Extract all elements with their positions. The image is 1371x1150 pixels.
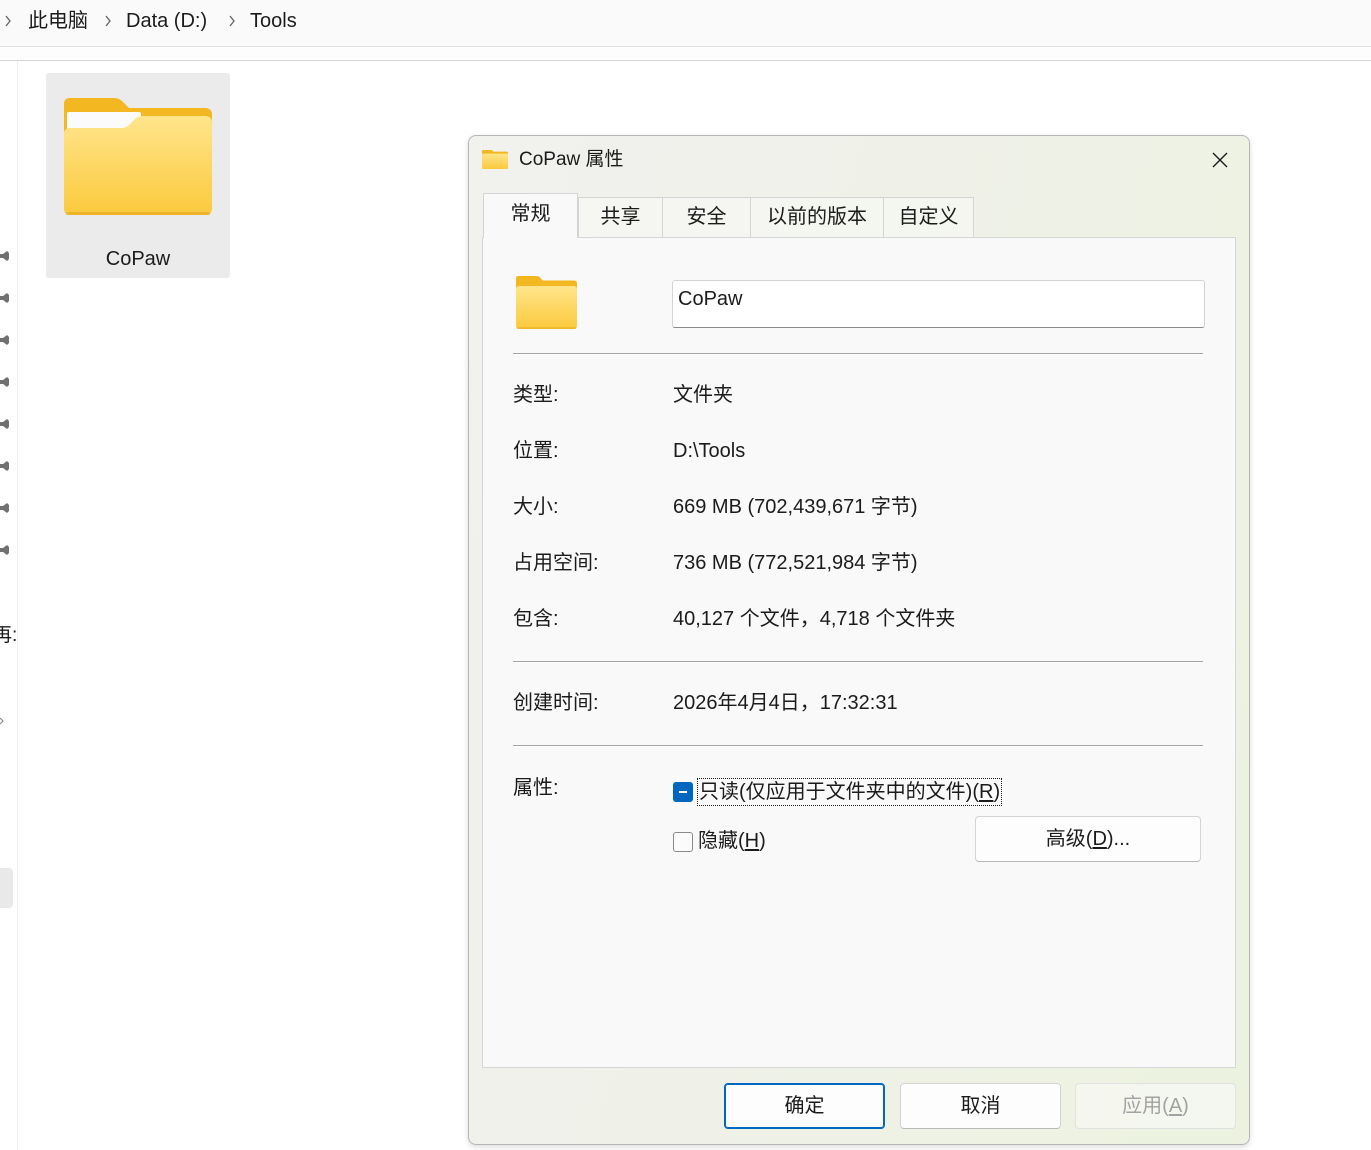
expand-chevron-icon[interactable] bbox=[0, 712, 4, 725]
pin-icon[interactable] bbox=[0, 292, 10, 304]
created-value: 2026年4月4日，17:32:31 bbox=[673, 692, 898, 714]
pin-icon[interactable] bbox=[0, 376, 10, 388]
divider bbox=[513, 745, 1203, 747]
breadcrumb-tools[interactable]: Tools bbox=[250, 8, 297, 34]
address-bar: 此电脑 Data (D:) Tools bbox=[0, 0, 1371, 47]
screen: { "colors": { "accent": "#0067c0", "fold… bbox=[0, 0, 1371, 1150]
apply-button[interactable]: 应用(A) bbox=[1075, 1083, 1236, 1129]
size-label: 大小: bbox=[513, 496, 559, 518]
pin-icon[interactable] bbox=[0, 502, 10, 514]
tab-previous-versions[interactable]: 以前的版本 bbox=[750, 197, 884, 237]
advanced-button-suffix: )... bbox=[1106, 828, 1131, 850]
folder-name-input[interactable] bbox=[672, 280, 1205, 328]
tab-sharing[interactable]: 共享 bbox=[578, 197, 663, 237]
type-value: 文件夹 bbox=[673, 384, 733, 406]
breadcrumb-data-drive[interactable]: Data (D:) bbox=[126, 8, 207, 34]
ok-button[interactable]: 确定 bbox=[724, 1083, 885, 1129]
pin-icon[interactable] bbox=[0, 334, 10, 346]
divider bbox=[513, 353, 1203, 355]
toolbar-divider bbox=[0, 47, 1371, 61]
hidden-label[interactable]: 隐藏(H) bbox=[698, 828, 766, 854]
folder-icon bbox=[64, 98, 212, 215]
location-value: D:\Tools bbox=[673, 440, 746, 462]
attributes-label: 属性: bbox=[513, 777, 559, 799]
close-icon bbox=[1212, 152, 1228, 168]
apply-accel-key: A bbox=[1168, 1095, 1183, 1117]
tab-general[interactable]: 常规 bbox=[483, 193, 578, 238]
sidebar-selected-item[interactable] bbox=[0, 868, 13, 908]
size-value: 669 MB (702,439,671 字节) bbox=[673, 496, 918, 518]
cancel-button[interactable]: 取消 bbox=[900, 1083, 1061, 1129]
sidebar-item-partial[interactable]: 再: bbox=[0, 623, 16, 649]
advanced-accel-key: D bbox=[1092, 828, 1107, 850]
hidden-accel-key: H bbox=[744, 830, 760, 852]
readonly-label-text: 只读(仅应用于文件夹中的文件)( bbox=[699, 781, 979, 803]
readonly-accel-key: R bbox=[978, 781, 994, 803]
general-tab-panel: 类型: 文件夹 位置: D:\Tools 大小: 669 MB (702,439… bbox=[482, 237, 1236, 1068]
divider bbox=[513, 661, 1203, 663]
type-label: 类型: bbox=[513, 384, 559, 406]
chevron-right-icon[interactable] bbox=[104, 15, 112, 27]
readonly-checkbox[interactable] bbox=[673, 782, 693, 802]
dialog-title: CoPaw 属性 bbox=[519, 149, 624, 170]
readonly-label[interactable]: 只读(仅应用于文件夹中的文件)(R) bbox=[697, 778, 1003, 806]
chevron-right-icon[interactable] bbox=[228, 15, 236, 27]
advanced-button-text: 高级( bbox=[1045, 828, 1093, 850]
breadcrumb-this-pc[interactable]: 此电脑 bbox=[28, 8, 88, 34]
file-item-name: CoPaw bbox=[105, 248, 171, 270]
folder-icon bbox=[482, 150, 508, 169]
file-item-copaw[interactable]: CoPaw bbox=[46, 73, 230, 278]
folder-icon bbox=[516, 276, 577, 329]
size-on-disk-label: 占用空间: bbox=[513, 552, 599, 574]
readonly-label-suffix: ) bbox=[993, 781, 1001, 803]
pin-icon[interactable] bbox=[0, 418, 10, 430]
contains-label: 包含: bbox=[513, 608, 559, 630]
created-label: 创建时间: bbox=[513, 692, 599, 714]
chevron-right-icon[interactable] bbox=[4, 15, 12, 27]
pin-icon[interactable] bbox=[0, 460, 10, 472]
advanced-button[interactable]: 高级(D)... bbox=[975, 816, 1201, 862]
pin-icon[interactable] bbox=[0, 250, 10, 262]
tab-security[interactable]: 安全 bbox=[662, 197, 751, 237]
navigation-pane bbox=[0, 61, 18, 1150]
apply-button-text: 应用( bbox=[1122, 1095, 1169, 1117]
location-label: 位置: bbox=[513, 440, 559, 462]
hidden-label-text: 隐藏( bbox=[698, 830, 745, 852]
properties-dialog: CoPaw 属性 常规 共享 安全 以前的版本 自定义 类型: 文件夹 位置: … bbox=[468, 135, 1250, 1145]
hidden-label-suffix: ) bbox=[759, 830, 766, 852]
contains-value: 40,127 个文件，4,718 个文件夹 bbox=[673, 608, 956, 630]
tab-customize[interactable]: 自定义 bbox=[883, 197, 974, 237]
size-on-disk-value: 736 MB (772,521,984 字节) bbox=[673, 552, 918, 574]
sidebar-item-partial-label: 再: bbox=[0, 625, 16, 646]
apply-button-suffix: ) bbox=[1182, 1095, 1189, 1117]
hidden-checkbox[interactable] bbox=[673, 832, 693, 852]
close-button[interactable] bbox=[1198, 140, 1242, 180]
pin-icon[interactable] bbox=[0, 544, 10, 556]
